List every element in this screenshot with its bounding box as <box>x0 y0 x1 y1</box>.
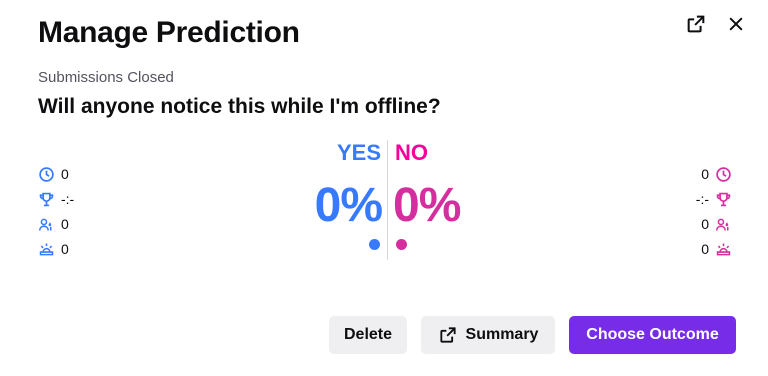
prediction-question: Will anyone notice this while I'm offlin… <box>38 95 441 118</box>
no-points-stat: 0 <box>701 164 732 184</box>
trophy-icon <box>716 192 731 206</box>
status-text: Submissions Closed <box>38 69 174 86</box>
choose-outcome-button[interactable]: Choose Outcome <box>569 316 736 354</box>
outcome-divider <box>387 140 388 260</box>
close-icon[interactable] <box>724 12 748 36</box>
yes-label: YES <box>336 140 381 165</box>
no-stats: 0 -:- 0 0 <box>696 164 732 259</box>
users-icon <box>715 218 729 231</box>
no-ratio-stat: 0 <box>701 239 732 259</box>
page-title: Manage Prediction <box>38 16 300 49</box>
clock-icon <box>716 166 731 182</box>
yes-percent: 0% <box>314 179 383 232</box>
no-dot <box>396 239 407 250</box>
yes-dot <box>369 239 380 250</box>
header-actions <box>684 12 748 36</box>
delete-button[interactable]: Delete <box>329 316 407 354</box>
popout-icon[interactable] <box>684 12 708 36</box>
popout-icon <box>439 327 456 343</box>
no-ratio-value: 0 <box>701 241 709 257</box>
summary-label: Summary <box>465 326 539 343</box>
no-label: NO <box>395 140 428 165</box>
footer-actions: Delete Summary Choose Outcome <box>329 316 736 354</box>
no-users-stat: 0 <box>701 214 732 234</box>
summary-button[interactable]: Summary <box>421 316 555 354</box>
no-top-points-value: -:- <box>695 191 709 207</box>
no-points-value: 0 <box>701 166 709 182</box>
no-top-points-stat: -:- <box>696 189 732 209</box>
no-users-value: 0 <box>701 216 709 232</box>
outcome-summary: YES NO 0% 0% <box>0 140 768 260</box>
ratio-icon <box>716 243 731 255</box>
no-percent: 0% <box>393 179 461 232</box>
